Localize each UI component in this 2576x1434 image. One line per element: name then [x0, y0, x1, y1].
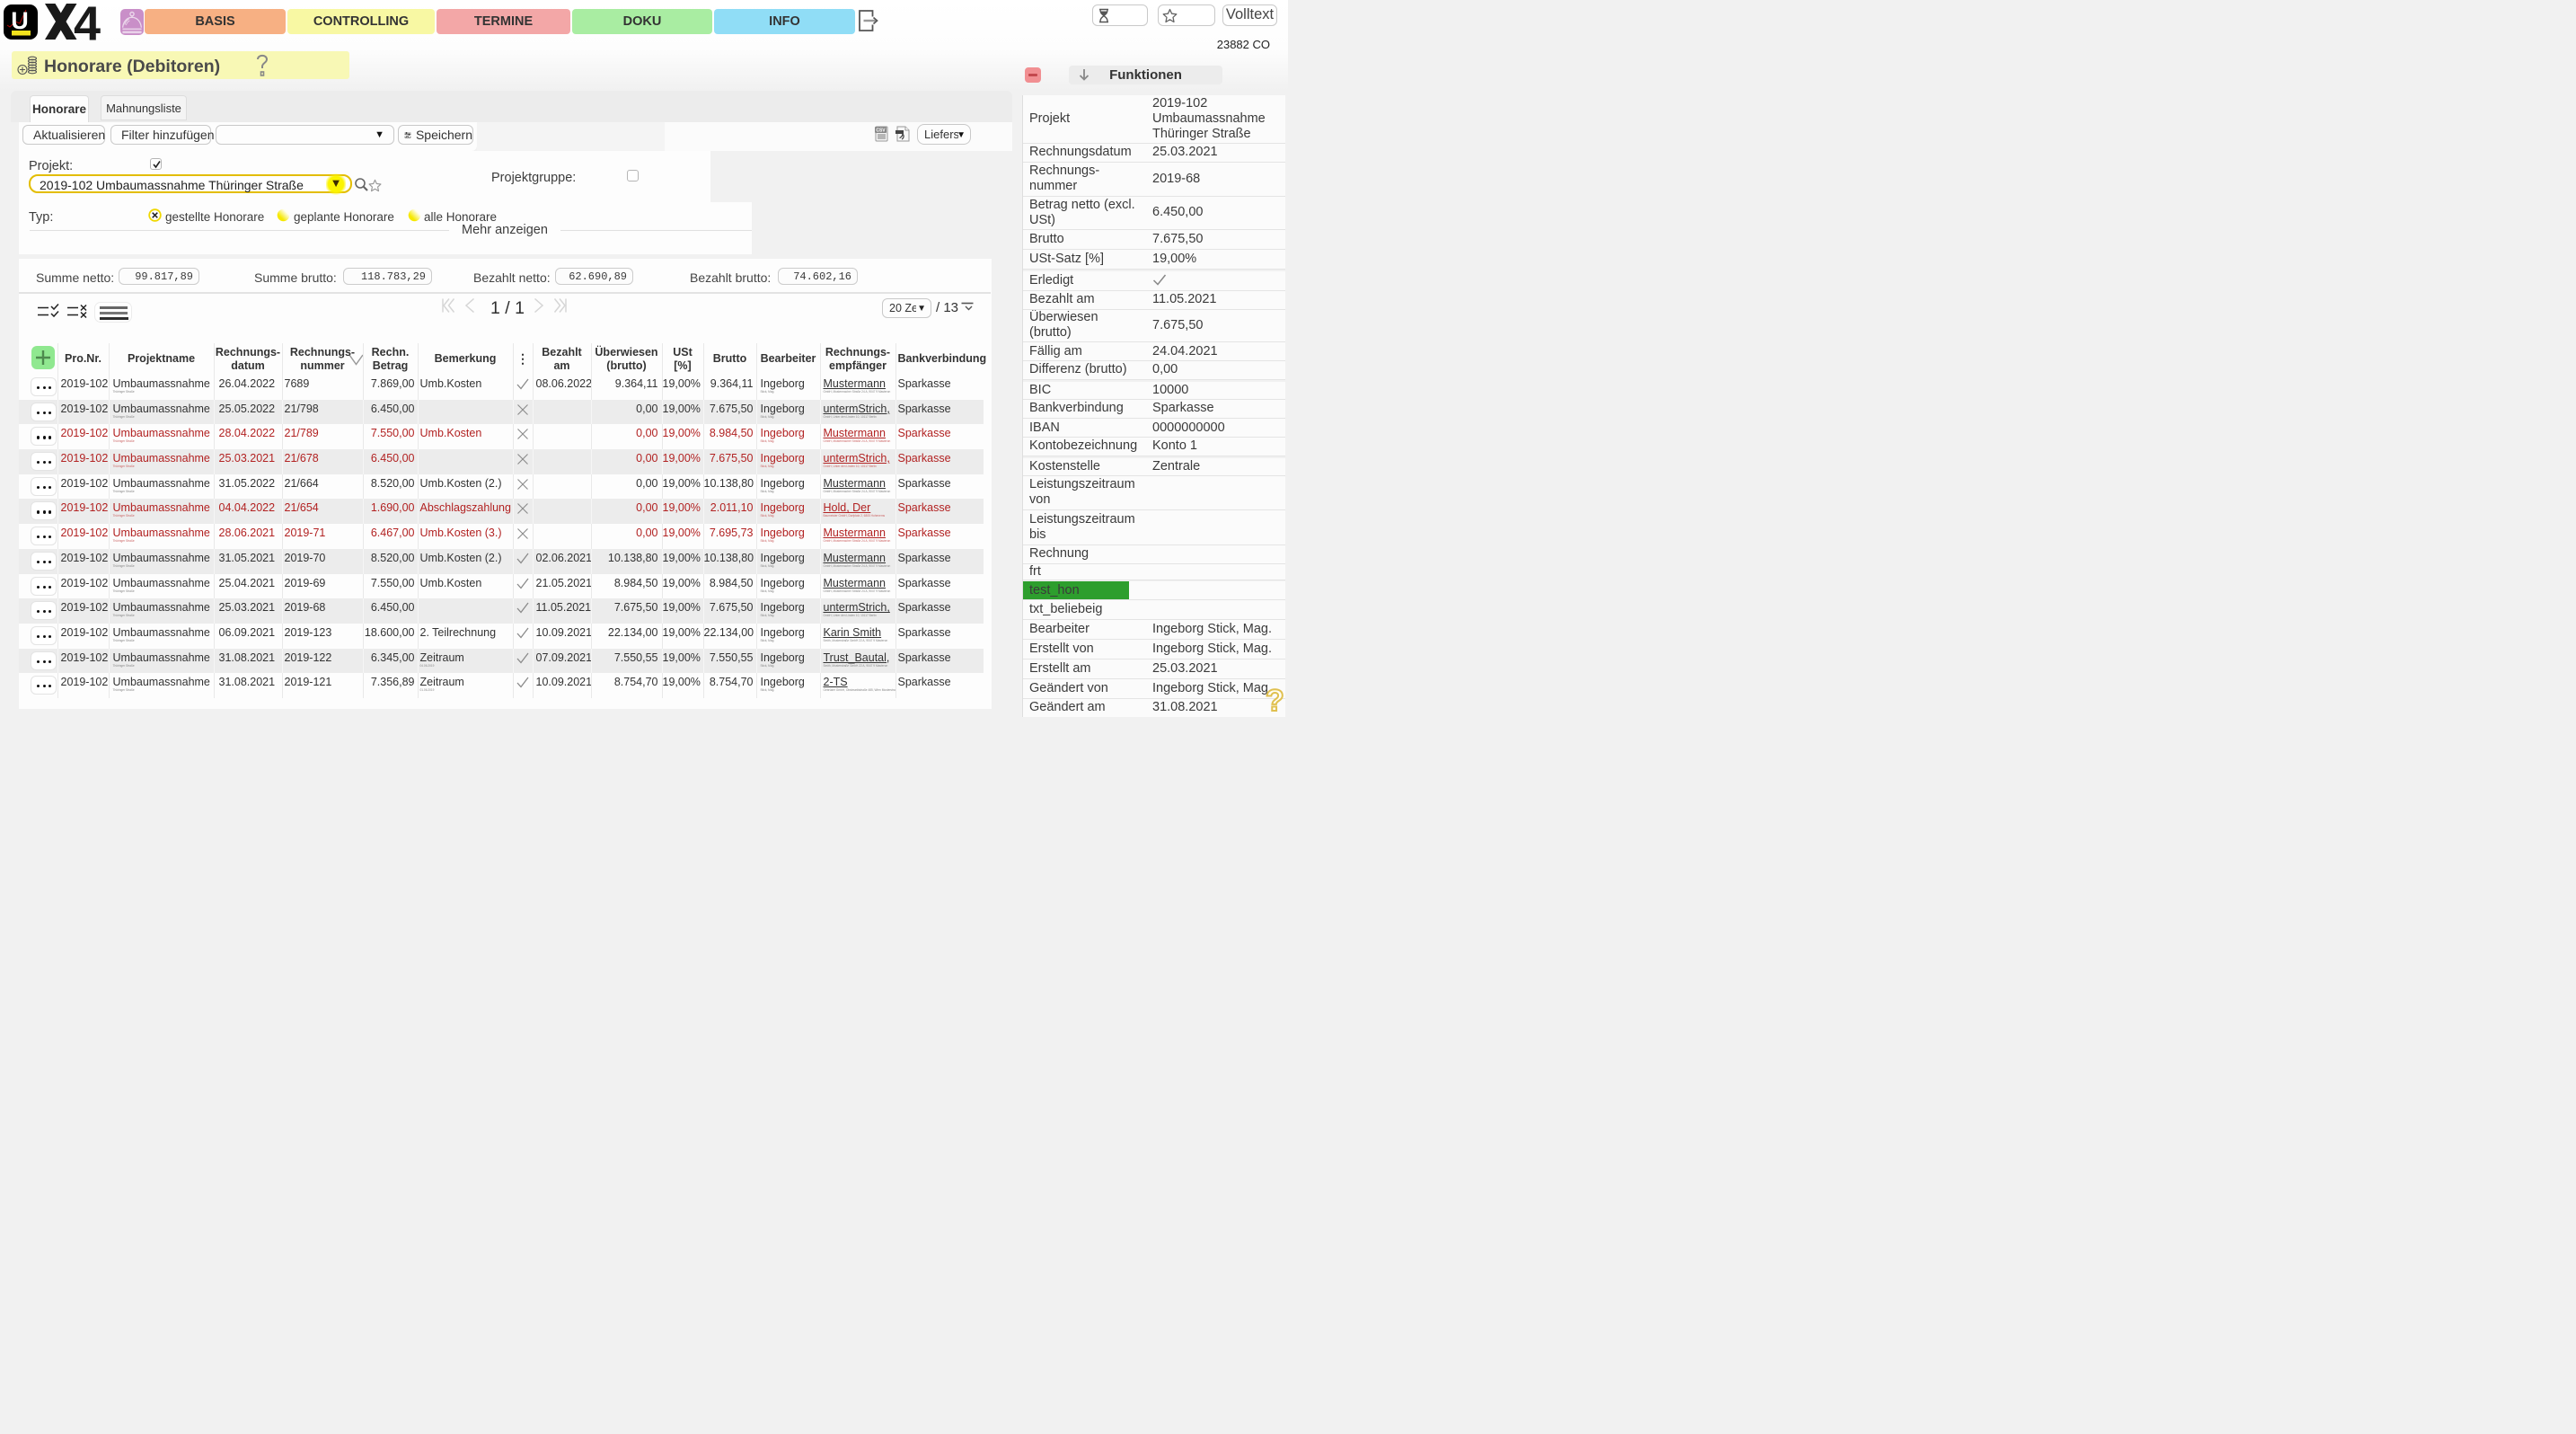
svg-text:CSV: CSV — [876, 128, 886, 134]
svg-text:U: U — [11, 7, 29, 34]
svg-text:4: 4 — [74, 4, 101, 40]
